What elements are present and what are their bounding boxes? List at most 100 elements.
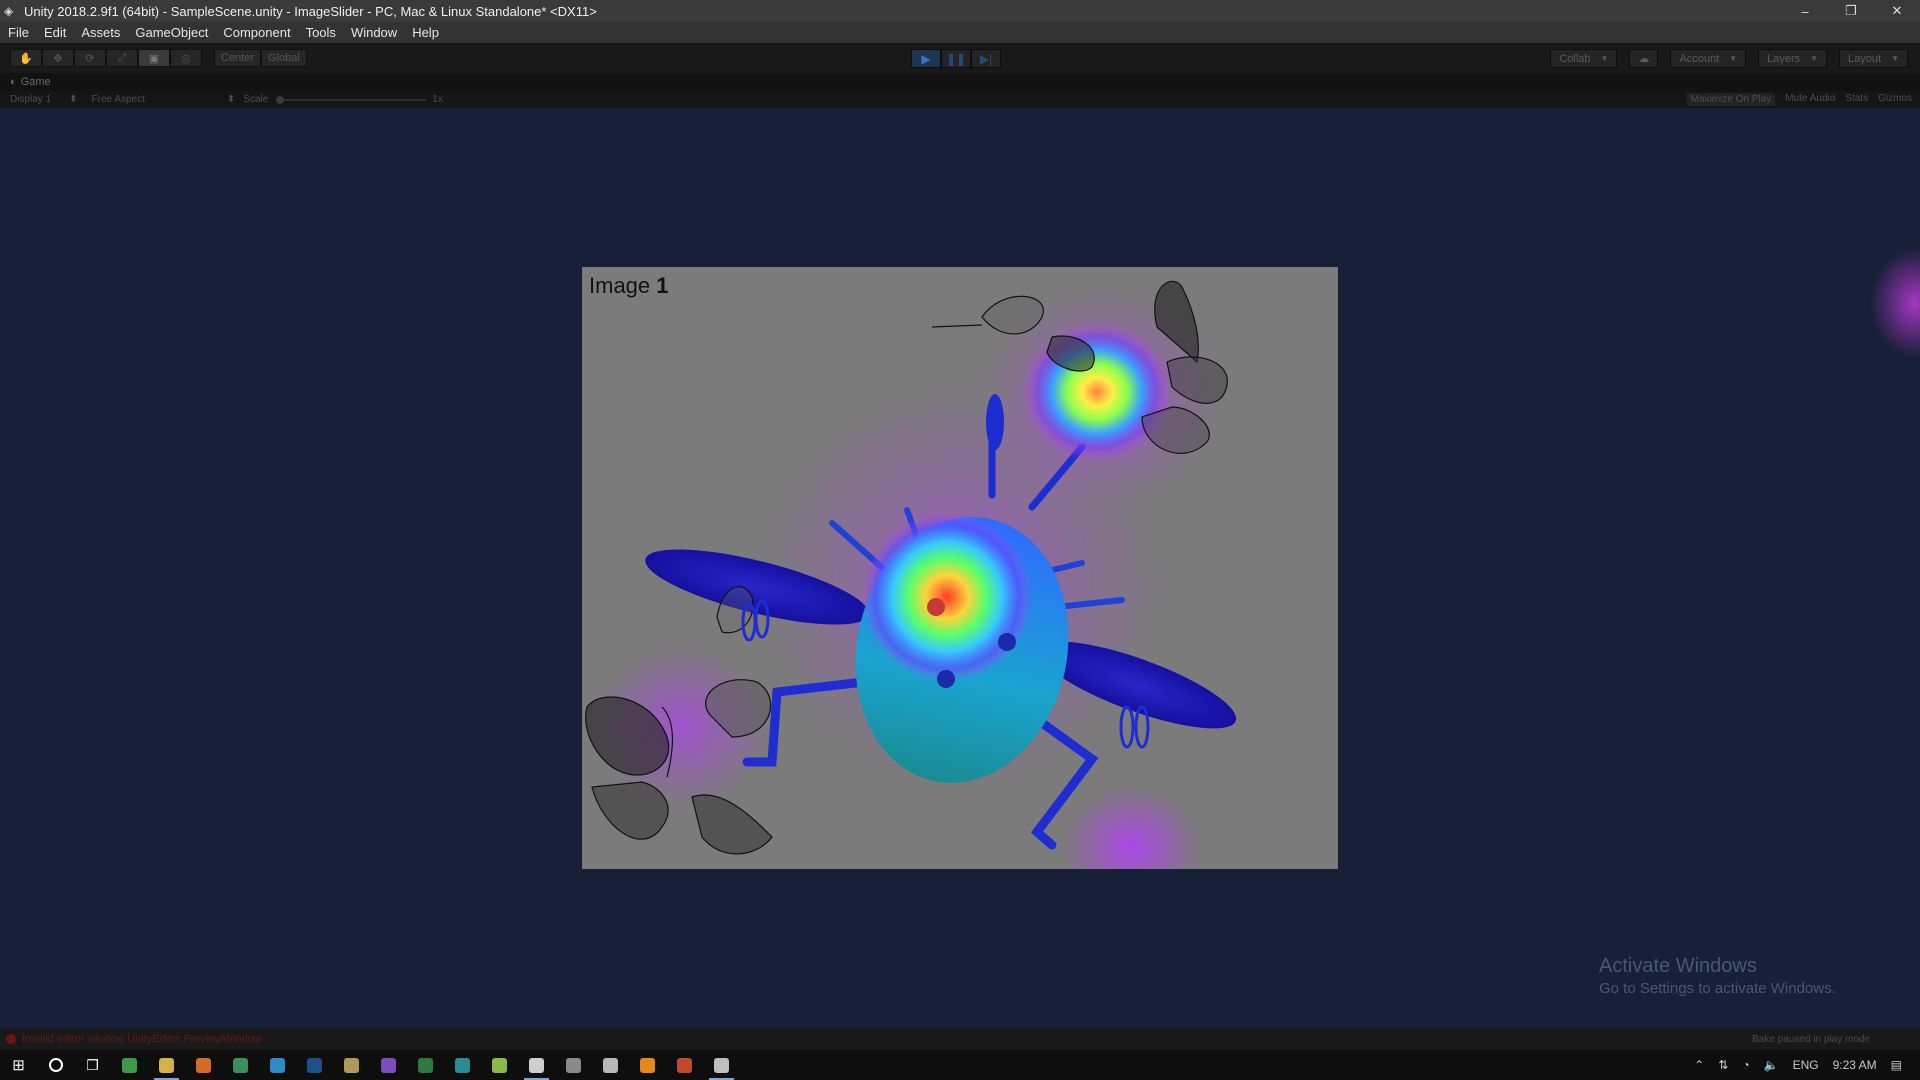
hand-tool-icon[interactable]: ✋ <box>10 49 42 67</box>
taskbar-app-unity-2[interactable] <box>703 1050 740 1080</box>
blender-icon <box>640 1057 655 1073</box>
image-title: Image 1 <box>589 273 669 299</box>
taskbar-app-telegram[interactable] <box>259 1050 296 1080</box>
cloud-button[interactable]: ☁ <box>1629 49 1659 68</box>
taskbar-app-tool[interactable] <box>481 1050 518 1080</box>
menu-edit[interactable]: Edit <box>44 25 66 40</box>
menu-file[interactable]: File <box>8 25 29 40</box>
collab-label: Collab <box>1559 52 1591 65</box>
minimize-button[interactable]: – <box>1782 0 1828 22</box>
menu-bar: File Edit Assets GameObject Component To… <box>0 22 1920 43</box>
scale-slider[interactable] <box>276 95 427 104</box>
taskbar-app-unity[interactable] <box>518 1050 555 1080</box>
tray-chevron-icon[interactable]: ⌃ <box>1694 1058 1704 1072</box>
console-error-message[interactable]: Invalid editor window UnityEditor.Previe… <box>6 1033 262 1045</box>
game-view-toolbar: Display 1 ⬍ Free Aspect ⬍ Scale 1x Maxim… <box>0 91 1920 108</box>
pivot-center-button[interactable]: Center <box>214 49 262 67</box>
image-slide[interactable]: Image 1 <box>582 267 1338 869</box>
menu-gameobject[interactable]: GameObject <box>135 25 208 40</box>
tool-icon <box>492 1057 507 1073</box>
language-indicator[interactable]: ENG <box>1793 1058 1819 1072</box>
task-view-icon: ❐ <box>86 1056 99 1073</box>
transform-tool-icon[interactable]: ◎ <box>170 49 202 67</box>
menu-assets[interactable]: Assets <box>81 25 120 40</box>
taskbar-app-notes[interactable] <box>333 1050 370 1080</box>
mute-audio-toggle[interactable]: Mute Audio <box>1785 93 1835 106</box>
collab-dropdown[interactable]: Collab ▼ <box>1550 49 1618 68</box>
scale-label: Scale <box>243 94 269 105</box>
taskbar-app-app-a[interactable] <box>555 1050 592 1080</box>
chevron-down-icon: ▼ <box>1891 54 1899 63</box>
scale-tool-icon[interactable]: ⤢ <box>106 49 138 67</box>
layers-dropdown[interactable]: Layers ▼ <box>1758 49 1828 68</box>
taskbar-app-file-explorer[interactable] <box>148 1050 185 1080</box>
aspect-dropdown[interactable]: Free Aspect <box>92 94 145 105</box>
app-a-icon <box>566 1057 581 1073</box>
menu-component[interactable]: Component <box>223 25 290 40</box>
network-icon[interactable]: ⇅ <box>1718 1058 1728 1072</box>
start-button[interactable]: ⊞ <box>0 1050 37 1080</box>
taskbar-app-arduino[interactable] <box>444 1050 481 1080</box>
clock[interactable]: 9:23 AM <box>1833 1058 1877 1072</box>
cortana-circle-icon <box>48 1058 63 1072</box>
telegram-icon <box>270 1057 285 1073</box>
menu-window[interactable]: Window <box>351 25 397 40</box>
layers-label: Layers <box>1767 52 1801 65</box>
powerpoint-icon <box>677 1057 692 1073</box>
wifi-icon[interactable]: ◔ <box>1742 1058 1749 1072</box>
gizmos-dropdown[interactable]: Gizmos <box>1878 93 1912 106</box>
game-tab-label: Game <box>20 76 51 88</box>
game-tab[interactable]: ◐ Game <box>0 73 1920 91</box>
file-explorer-icon <box>159 1057 174 1073</box>
taskbar-app-app-b[interactable] <box>592 1050 629 1080</box>
layout-label: Layout <box>1848 52 1882 65</box>
menu-tools[interactable]: Tools <box>306 25 336 40</box>
display-dropdown[interactable]: Display 1 <box>10 94 51 105</box>
taskbar-app-excel-like[interactable] <box>407 1050 444 1080</box>
task-view-button[interactable]: ❐ <box>74 1050 111 1080</box>
rect-tool-icon[interactable]: ▣ <box>138 49 170 67</box>
unity-logo-icon: ◈ <box>4 4 14 18</box>
arduino-icon <box>455 1057 470 1073</box>
menu-help[interactable]: Help <box>412 25 439 40</box>
restore-button[interactable]: ❐ <box>1828 0 1874 22</box>
visual-studio-icon <box>381 1057 396 1073</box>
game-view-options: Maximize On Play Mute Audio Stats Gizmos <box>1677 93 1912 106</box>
play-button[interactable]: ▶ <box>911 49 941 68</box>
scale-value: 1x <box>432 94 443 105</box>
chevron-down-icon: ▼ <box>1810 54 1819 63</box>
transform-tools: ✋ ✥ ⟳ ⤢ ▣ ◎ <box>10 49 202 67</box>
stats-toggle[interactable]: Stats <box>1845 93 1868 106</box>
status-bar: Invalid editor window UnityEditor.Previe… <box>0 1028 1920 1050</box>
notifications-icon[interactable]: ▤ <box>1891 1058 1902 1072</box>
taskbar-app-chrome[interactable] <box>111 1050 148 1080</box>
taskbar-app-powerpoint[interactable] <box>666 1050 703 1080</box>
step-button[interactable]: ▶| <box>971 49 1001 68</box>
photoshop-icon <box>307 1057 322 1073</box>
taskbar-app-edge[interactable] <box>222 1050 259 1080</box>
toolbar-right: Collab ▼ ☁ Account ▼ Layers ▼ Layout ▼ <box>1538 49 1908 68</box>
image-title-prefix: Image <box>589 273 651 298</box>
pivot-global-button[interactable]: Global <box>261 49 307 67</box>
layout-dropdown[interactable]: Layout ▼ <box>1839 49 1908 68</box>
windows-taskbar: ⊞ ❐ ⌃ ⇅ ◔ 🔈 ENG 9:23 AM ▤ <box>0 1050 1920 1080</box>
maximize-on-play-toggle[interactable]: Maximize On Play <box>1686 93 1776 106</box>
cortana-button[interactable] <box>37 1050 74 1080</box>
rotate-tool-icon[interactable]: ⟳ <box>74 49 106 67</box>
taskbar-app-firefox[interactable] <box>185 1050 222 1080</box>
taskbar-app-blender[interactable] <box>629 1050 666 1080</box>
taskbar-app-visual-studio[interactable] <box>370 1050 407 1080</box>
account-dropdown[interactable]: Account ▼ <box>1670 49 1747 68</box>
bug-heatmap-illustration <box>585 280 1237 869</box>
taskbar-app-photoshop[interactable] <box>296 1050 333 1080</box>
volume-icon[interactable]: 🔈 <box>1764 1058 1779 1072</box>
pause-button[interactable]: ❚❚ <box>941 49 971 68</box>
move-tool-icon[interactable]: ✥ <box>42 49 74 67</box>
heatmap-edge-glow <box>1870 248 1920 358</box>
windows-logo-icon: ⊞ <box>12 1057 25 1074</box>
unity-icon <box>529 1057 544 1073</box>
cloud-icon: ☁ <box>1638 53 1650 65</box>
bake-status: Bake paused in play mode <box>1752 1033 1870 1045</box>
close-button[interactable]: ✕ <box>1874 0 1920 22</box>
scale-slider-handle[interactable] <box>276 95 285 104</box>
